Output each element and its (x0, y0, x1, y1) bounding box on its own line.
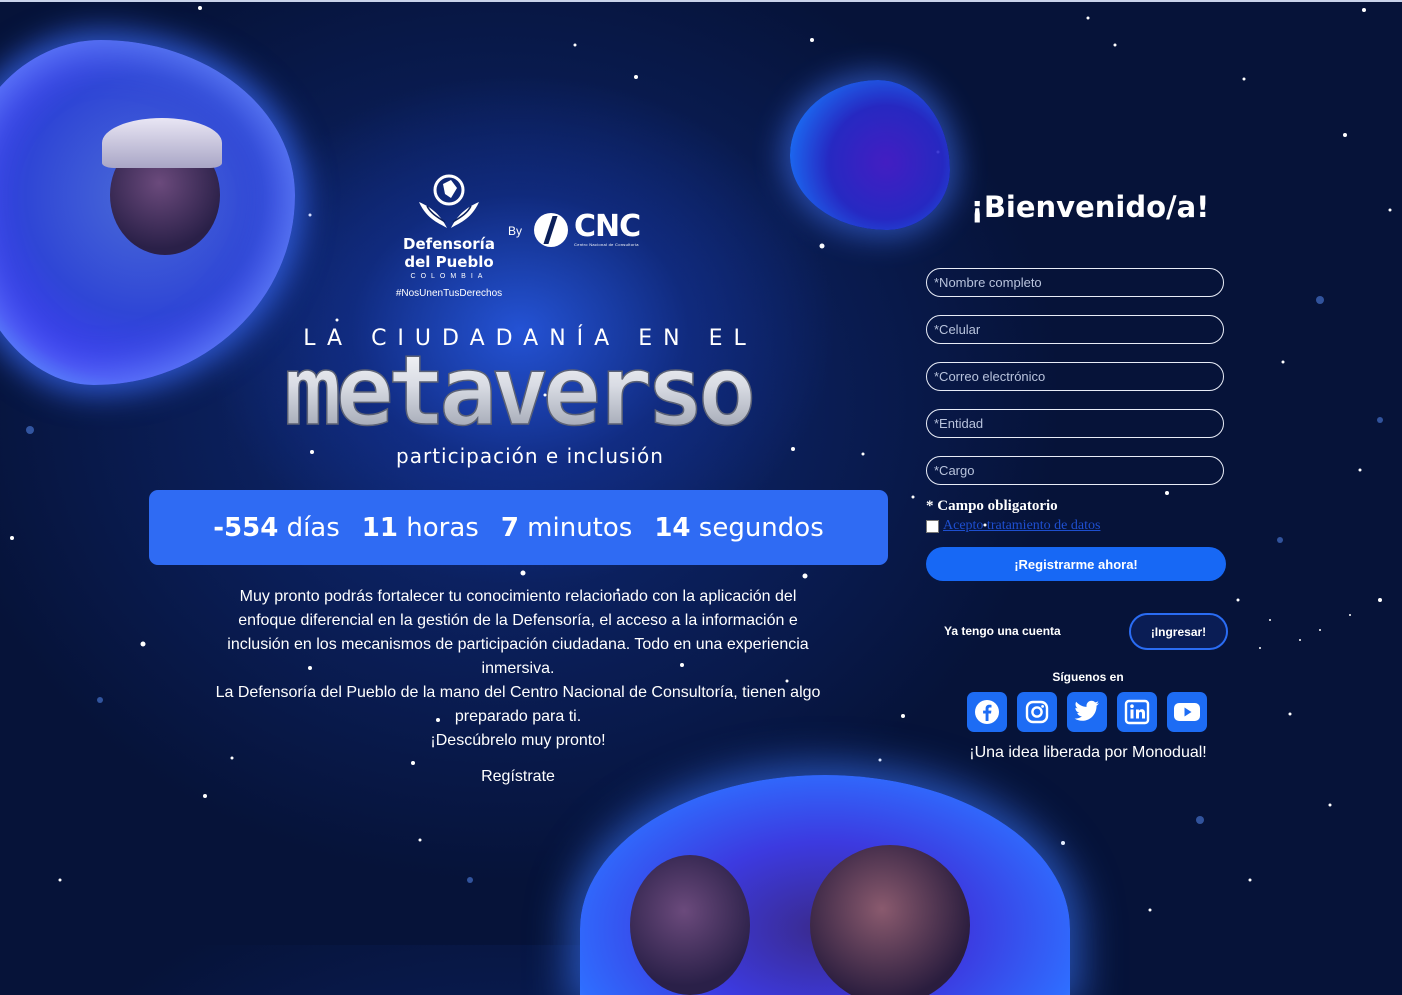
countdown-banner: -554 días 11 horas 7 minutos 14 segundos (149, 490, 888, 565)
days-value: -554 (213, 512, 279, 543)
hero-headline: LA CIUDADANÍA EN EL (303, 326, 757, 351)
countdown-minutes: 7 minutos (501, 513, 633, 543)
youtube-icon[interactable] (1167, 692, 1207, 732)
role-input[interactable] (926, 456, 1224, 485)
entity-input[interactable] (926, 409, 1224, 438)
photo-blob-left (0, 40, 295, 385)
countdown-seconds: 14 segundos (654, 513, 823, 543)
countdown-hours: 11 horas (362, 513, 479, 543)
minutes-label: minutos (527, 512, 633, 543)
helmet-shape (102, 118, 222, 168)
hours-label: horas (406, 512, 479, 543)
description-line: inclusión en los mecanismos de participa… (227, 636, 809, 653)
days-label: días (286, 512, 340, 543)
by-label: By (508, 224, 523, 238)
description-line: preparado para ti. (454, 708, 582, 725)
terms-row: Acepto tratamiento de datos (926, 518, 1100, 534)
minutes-value: 7 (500, 512, 519, 543)
email-input[interactable] (926, 362, 1224, 391)
hero-tagline: participación e inclusión (396, 444, 664, 468)
cnc-name: CNC (574, 209, 641, 244)
description-text: Muy pronto podrás fortalecer tu conocimi… (200, 585, 836, 753)
terms-link[interactable]: Acepto tratamiento de datos (943, 518, 1100, 534)
metaverso-text: metaverso (284, 352, 752, 447)
follow-label: Síguenos en (1052, 670, 1124, 684)
required-field-note: * Campo obligatorio (926, 498, 1058, 514)
dove-emblem-icon (419, 174, 479, 228)
seconds-value: 14 (654, 512, 691, 543)
decorative-blob (790, 80, 950, 230)
have-account-label: Ya tengo una cuenta (944, 624, 1061, 638)
facebook-icon[interactable] (967, 692, 1007, 732)
description-line: inmersiva. (481, 660, 555, 677)
cnc-subtitle: Centro Nacional de Consultoría (574, 242, 639, 247)
login-button[interactable]: ¡Ingresar! (1129, 613, 1228, 650)
phone-input[interactable] (926, 315, 1224, 344)
register-button[interactable]: ¡Registrarme ahora! (926, 547, 1226, 581)
instagram-icon[interactable] (1017, 692, 1057, 732)
defensoria-logo: Defensoría del Pueblo COLOMBIA #NosUnenT… (394, 172, 504, 299)
description-line: ¡Descúbrelo muy pronto! (430, 732, 606, 749)
register-link[interactable]: Regístrate (418, 768, 618, 786)
seconds-label: segundos (698, 512, 824, 543)
metaverso-logotype: metaverso (283, 352, 759, 448)
defensoria-name-line2: del Pueblo (404, 253, 494, 271)
hashtag: #NosUnenTusDerechos (395, 288, 503, 299)
linkedin-icon[interactable] (1117, 692, 1157, 732)
defensoria-name-line1: Defensoría (403, 235, 495, 253)
description-line: Muy pronto podrás fortalecer tu conocimi… (239, 588, 797, 605)
description-line: enfoque diferencial en la gestión de la … (238, 612, 798, 629)
welcome-title: ¡Bienvenido/a! (970, 190, 1210, 224)
defensoria-country: COLOMBIA (410, 273, 488, 280)
cnc-logo: CNC Centro Nacional de Consultoría (534, 209, 641, 247)
twitter-icon[interactable] (1067, 692, 1107, 732)
terms-checkbox[interactable] (926, 519, 939, 533)
top-border (0, 0, 1402, 2)
cnc-mark-icon (534, 212, 568, 247)
person-photo (630, 855, 750, 995)
credit-text: ¡Una idea liberada por Monodual! (969, 744, 1207, 761)
person-photo (810, 845, 970, 995)
hours-value: 11 (361, 512, 398, 543)
full-name-input[interactable] (926, 268, 1224, 297)
social-links (967, 692, 1207, 732)
countdown-days: -554 días (213, 513, 340, 543)
photo-blob-bottom (580, 775, 1070, 995)
description-line: La Defensoría del Pueblo de la mano del … (215, 684, 821, 701)
